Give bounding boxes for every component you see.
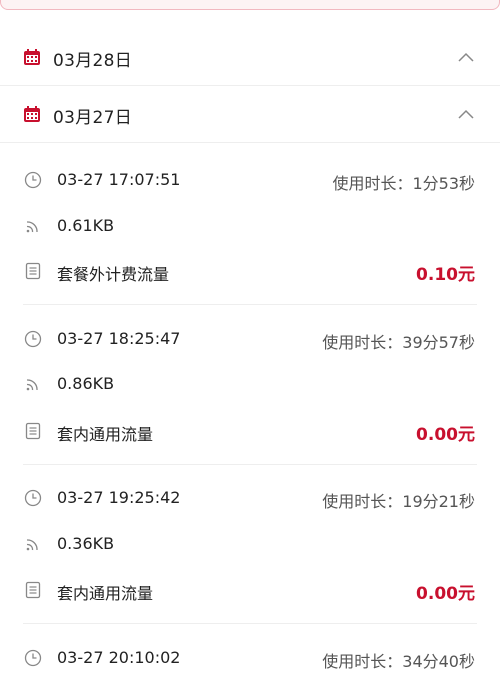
document-icon	[25, 581, 41, 599]
day-date: 03月28日	[53, 51, 133, 71]
traffic-row: 0.86KB	[0, 369, 500, 399]
time-row: 03-27 19:25:42 使用时长：19分21秒	[0, 483, 500, 513]
signal-icon	[26, 379, 38, 391]
clock-icon	[24, 330, 42, 348]
signal-icon	[26, 221, 38, 233]
time-row: 03-27 17:07:51 使用时长：1分53秒	[0, 165, 500, 195]
record-traffic: 0.61KB	[57, 216, 115, 235]
plan-row: 套内通用流量 0.00元	[0, 575, 500, 605]
record-fee: 0.10元	[416, 265, 475, 285]
record-duration: 使用时长：39分57秒	[322, 333, 475, 352]
record-plan: 套餐外计费流量	[57, 265, 170, 284]
clock-icon	[24, 489, 42, 507]
traffic-row: 0.61KB	[0, 211, 500, 241]
record-duration: 使用时长：19分21秒	[322, 492, 475, 511]
plan-row: 套餐外计费流量 0.10元	[0, 256, 500, 286]
record-traffic: 0.86KB	[57, 374, 115, 393]
day-header-0328[interactable]: 03月28日	[0, 30, 500, 86]
record-traffic: 0.36KB	[57, 534, 115, 553]
day-header-0327[interactable]: 03月27日	[0, 87, 500, 143]
record-plan: 套内通用流量	[57, 425, 154, 444]
calendar-icon	[24, 49, 40, 65]
record-time: 03-27 18:25:47	[57, 329, 181, 348]
chevron-up-icon[interactable]	[458, 52, 474, 62]
record-duration: 使用时长：1分53秒	[332, 174, 475, 193]
record-time: 03-27 20:10:02	[57, 648, 181, 667]
calendar-icon	[24, 106, 40, 122]
usage-record: 03-27 17:07:51 使用时长：1分53秒 0.61KB 套餐外计费流量…	[0, 145, 500, 305]
record-fee: 0.00元	[416, 584, 475, 604]
chevron-up-icon[interactable]	[458, 109, 474, 119]
traffic-row: 0.36KB	[0, 529, 500, 559]
time-row: 03-27 18:25:47 使用时长：39分57秒	[0, 324, 500, 354]
record-time: 03-27 17:07:51	[57, 170, 181, 189]
record-duration: 使用时长：34分40秒	[322, 652, 475, 671]
clock-icon	[24, 171, 42, 189]
record-time: 03-27 19:25:42	[57, 488, 181, 507]
day-date: 03月27日	[53, 108, 133, 128]
usage-record: 03-27 19:25:42 使用时长：19分21秒 0.36KB 套内通用流量…	[0, 464, 500, 624]
record-fee: 0.00元	[416, 425, 475, 445]
usage-record: 03-27 20:10:02 使用时长：34分40秒	[0, 623, 500, 671]
clock-icon	[24, 649, 42, 667]
usage-record: 03-27 18:25:47 使用时长：39分57秒 0.86KB 套内通用流量…	[0, 305, 500, 465]
plan-row: 套内通用流量 0.00元	[0, 416, 500, 446]
time-row: 03-27 20:10:02 使用时长：34分40秒	[0, 643, 500, 673]
document-icon	[25, 262, 41, 280]
signal-icon	[26, 539, 38, 551]
top-card	[0, 0, 500, 10]
document-icon	[25, 422, 41, 440]
record-plan: 套内通用流量	[57, 584, 154, 603]
